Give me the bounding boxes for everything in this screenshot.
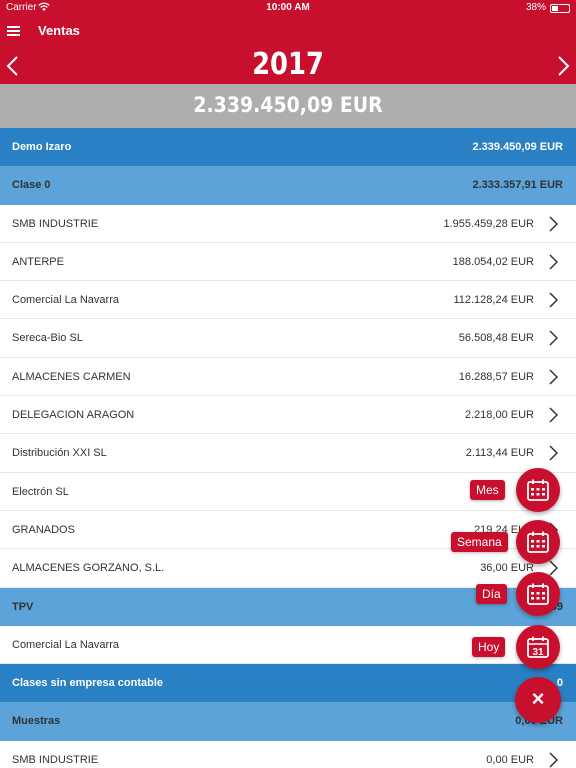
chevron-right-icon[interactable]: [548, 369, 558, 385]
hamburger-menu-icon[interactable]: [7, 26, 20, 37]
row-amount: 16.288,57 EUR: [458, 370, 534, 383]
chevron-right-icon[interactable]: [548, 292, 558, 308]
chevron-right-icon[interactable]: [548, 216, 558, 232]
calendar-grid-icon: [527, 479, 549, 501]
calendar-grid-icon: [527, 583, 549, 605]
year-label: 2017: [252, 47, 324, 82]
customer-row[interactable]: DELEGACION ARAGON 2.218,00 EUR: [0, 396, 576, 435]
chevron-right-icon[interactable]: [548, 330, 558, 347]
chevron-right-icon[interactable]: [548, 445, 558, 461]
customer-row[interactable]: Distribución XXI SL 2.113,44 EUR: [0, 434, 576, 473]
year-selector: 2017: [0, 47, 576, 84]
row-label: Clases sin empresa contable: [12, 677, 164, 690]
day-calendar-button[interactable]: [516, 572, 560, 616]
status-time: 10:00 AM: [266, 2, 310, 13]
next-year-button[interactable]: [552, 54, 574, 78]
row-amount: 188.054,02 EUR: [452, 255, 534, 268]
row-amount: 2.218,00 EUR: [464, 409, 534, 422]
calendar-grid-icon: [527, 531, 549, 553]
today-calendar-button[interactable]: 31: [516, 625, 560, 669]
row-label: ALMACENES GORZANO, S.L.: [12, 562, 165, 575]
total-amount: 2.339.450,09 EUR: [193, 93, 383, 117]
customer-row[interactable]: ALMACENES GORZANO, S.L. 36,00 EUR: [0, 549, 576, 588]
sales-list: Demo Izaro 2.339.450,09 EUR Clase 0 2.333.3…: [0, 128, 576, 768]
row-label: Comercial La Navarra: [12, 638, 119, 651]
battery-percent: 38%: [525, 2, 546, 13]
row-label: ALMACENES CARMEN: [12, 370, 131, 383]
row-label: Clase 0: [12, 179, 51, 192]
chevron-right-icon: [558, 56, 570, 76]
row-label: Comercial La Navarra: [12, 294, 119, 307]
page-title: Ventas: [38, 23, 80, 38]
customer-row[interactable]: SMB INDUSTRIE 0,00 EUR: [0, 740, 576, 768]
calendar-day-icon: 31: [527, 636, 549, 658]
class-header-row: Clase 0 2.333.357,91 EUR: [0, 166, 576, 205]
status-bar: Carrier 10:00 AM 38%: [0, 0, 576, 16]
chevron-right-icon[interactable]: [548, 752, 558, 768]
row-label: ANTERPE: [12, 255, 64, 268]
fab-label-hoy[interactable]: Hoy: [472, 637, 506, 657]
close-fab-button[interactable]: ×: [515, 677, 561, 723]
row-label: DELEGACION ARAGON: [12, 409, 135, 422]
month-calendar-button[interactable]: [516, 468, 560, 512]
group-header-row: Demo Izaro 2.339.450,09 EUR: [0, 128, 576, 167]
customer-row[interactable]: ANTERPE 188.054,02 EUR: [0, 242, 576, 282]
today-day-number: 31: [532, 647, 544, 658]
customer-row[interactable]: Comercial La Navarra 112.128,24 EUR: [0, 281, 576, 320]
customer-row[interactable]: SMB INDUSTRIE 1.955.459,28 EUR: [0, 204, 576, 243]
row-label: Distribución XXI SL: [12, 447, 107, 460]
row-label: SMB INDUSTRIE: [12, 753, 99, 766]
row-amount: 0,00 EUR: [486, 753, 534, 766]
nav-bar: Ventas: [0, 16, 576, 48]
row-label: Muestras: [12, 715, 61, 728]
class-header-row: Muestras 0,00 EUR: [0, 702, 576, 741]
row-amount: 2.333.357,91 EUR: [472, 179, 563, 192]
chevron-right-icon[interactable]: [548, 560, 558, 576]
total-banner: 2.339.450,09 EUR: [0, 84, 576, 128]
previous-year-button[interactable]: [2, 54, 24, 78]
close-icon: ×: [531, 686, 545, 711]
row-amount: 36,00 EUR: [480, 562, 534, 575]
customer-row[interactable]: ALMACENES CARMEN 16.288,57 EUR: [0, 357, 576, 397]
week-calendar-button[interactable]: [516, 520, 560, 564]
row-label: TPV: [12, 600, 34, 613]
row-amount: 2.339.450,09 EUR: [472, 141, 563, 153]
row-label: SMB INDUSTRIE: [12, 217, 99, 230]
row-amount: 1.955.459,28 EUR: [443, 217, 534, 230]
group-header-row: Clases sin empresa contable 0: [0, 664, 576, 703]
row-label: Demo Izaro: [12, 141, 72, 153]
row-label: GRANADOS: [12, 523, 75, 536]
row-amount: 2.113,44 EUR: [465, 447, 534, 460]
fab-label-dia[interactable]: Día: [476, 584, 507, 604]
row-amount: 56.508,48 EUR: [458, 332, 534, 345]
fab-label-mes[interactable]: Mes: [470, 480, 505, 500]
chevron-right-icon[interactable]: [548, 407, 558, 423]
chevron-left-icon: [6, 56, 18, 76]
battery-icon: [550, 4, 570, 13]
row-label: Electrón SL: [12, 485, 69, 498]
row-amount: 112.128,24 EUR: [453, 294, 534, 307]
chevron-right-icon[interactable]: [548, 254, 558, 270]
row-label: Sereca-Bio SL: [12, 332, 83, 345]
customer-row[interactable]: Sereca-Bio SL 56.508,48 EUR: [0, 319, 576, 358]
fab-label-semana[interactable]: Semana: [451, 532, 508, 552]
